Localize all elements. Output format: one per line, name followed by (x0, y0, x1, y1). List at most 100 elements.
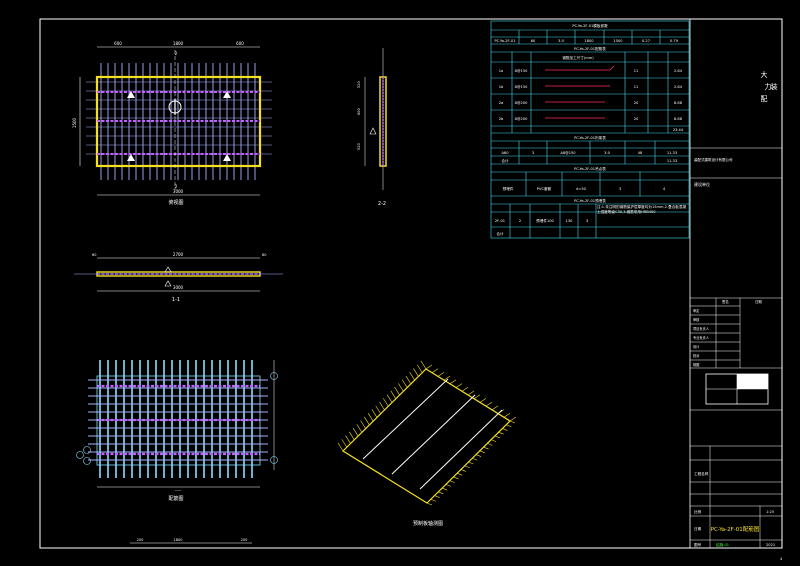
table5-cell: 合计 (496, 231, 504, 236)
company-char: 装 (771, 82, 778, 91)
table3-cell: 11.33 (667, 159, 677, 163)
iso-tick (390, 390, 397, 399)
date-label: 日期 (694, 526, 702, 531)
iso-rebar-ticks (337, 360, 517, 506)
iso-tick (431, 368, 439, 373)
table1-cell: 0.27 (642, 39, 650, 43)
section-2-2-view: 520 600 520 2-2 (357, 48, 387, 207)
table2-spec: 8@200 (515, 101, 528, 105)
iso-tick (426, 502, 433, 506)
iso-truss (391, 394, 476, 475)
iso-tick (438, 491, 444, 495)
section2-dim: 600 (357, 108, 361, 115)
table2-spec: 8@200 (515, 117, 528, 121)
iso-tick (437, 372, 445, 377)
iso-tick (445, 484, 451, 487)
section2-dim: 520 (357, 143, 361, 150)
scale-label: 比例 (694, 509, 702, 514)
rebar-bubble (83, 457, 91, 465)
table2-id: 1b (499, 85, 504, 89)
table3-cell: 48 (638, 151, 643, 155)
table2-total: 23.44 (673, 128, 684, 132)
table5-title: PC-Ya-2F-01预埋表 (574, 198, 606, 203)
signoff-role: 日期 (755, 299, 762, 304)
section1-caption: 1-1 (172, 297, 180, 303)
rebar-bottom-dim: 1800 (174, 538, 183, 542)
iso-tick (485, 401, 493, 407)
plan-bottom-dim: 3000 (173, 189, 184, 194)
iso-tick (379, 401, 385, 411)
signoff-row-label: 审定 (693, 308, 700, 313)
isometric-view: 预制板轴测图 (337, 360, 517, 527)
iso-tick (413, 368, 419, 377)
iso-tick (494, 435, 501, 439)
design-note: 建设单位 (694, 181, 710, 187)
iso-tick (449, 379, 457, 385)
table3-cell: A8@150 (560, 151, 576, 155)
iso-tick (498, 431, 504, 435)
table1-cell: 1800 (584, 39, 594, 43)
iso-tick (479, 398, 487, 403)
table3-cell: 11.33 (667, 151, 677, 155)
plan-view: 600 1800 600 3000 1500 2 2 俯视图 (72, 41, 272, 206)
section2-dim: 520 (357, 81, 361, 88)
iso-tick (464, 465, 470, 469)
iso-truss (419, 409, 503, 490)
iso-tick (468, 461, 474, 465)
iso-caption: 预制板轴测图 (413, 520, 443, 527)
section-mark-bottom: 2 (175, 184, 178, 189)
section1-side-dim: 60 (262, 253, 266, 257)
iso-tick (425, 364, 433, 370)
section2-caption: 2-2 (378, 201, 386, 207)
iso-tick (405, 375, 412, 385)
iso-tick (483, 446, 489, 450)
iso-tick (364, 416, 370, 426)
drawing-title: PC-Ya-2F-01配筋图 (711, 525, 760, 533)
section1-top-dim: 2700 (173, 252, 184, 257)
iso-tick (491, 439, 497, 442)
iso-tick (345, 435, 351, 444)
rebar-bottom-dim: 200 (137, 538, 144, 542)
iso-tick (509, 416, 517, 422)
iso-tick (398, 383, 404, 392)
iso-tick (371, 409, 378, 418)
iso-tick (394, 386, 400, 396)
table2-spec: 8@150 (515, 85, 528, 89)
table2-id: 1a (499, 69, 504, 73)
iso-tick (502, 428, 508, 431)
table2-qty: 20 (634, 101, 639, 105)
signoff-row-label: 制图 (693, 362, 699, 367)
iso-tick (475, 454, 482, 457)
number-value: 结施-01 (716, 542, 729, 547)
plan-top-dim-1: 600 (114, 41, 122, 46)
rebar-bubble (76, 451, 84, 459)
plan-view-caption: 俯视图 (168, 199, 183, 206)
table2-qty: 11 (634, 69, 639, 73)
table4-cell: 预埋件 (503, 186, 514, 191)
iso-tick (409, 372, 415, 381)
lift-point-marker (127, 154, 135, 161)
section-1-1-view: 2700 3000 60 60 1-1 (74, 252, 283, 303)
table1-cell: 0.79 (670, 39, 679, 43)
table4-cell: 4 (663, 187, 666, 191)
iso-tick (449, 480, 455, 483)
iso-tick (457, 472, 463, 476)
iso-tick (441, 487, 448, 491)
iso-tick (434, 495, 440, 498)
iso-tick (375, 405, 381, 414)
lift-point-marker (223, 154, 231, 161)
rebar-bottom-dim: 200 (241, 538, 248, 542)
iso-tick (352, 427, 359, 437)
iso-tick (383, 398, 389, 407)
table2-id: 2b (499, 117, 504, 121)
iso-tick (416, 364, 423, 373)
table5-cell: 预埋件100 (536, 218, 554, 223)
table1-title: PC-Ya-2F-01模板参数 (572, 23, 608, 28)
iso-tick (401, 379, 408, 388)
table2-qty: 20 (634, 117, 639, 121)
iso-tick (460, 469, 467, 472)
table2-id: 2a (499, 101, 504, 105)
title-block-signoff-rows: 签名 日期审定审核项目负责人专业负责人设计校对制图 (690, 298, 782, 369)
table2-title: PC-Ya-2F-01配筋表 (574, 46, 606, 51)
table3-cell: 3 (532, 151, 534, 155)
